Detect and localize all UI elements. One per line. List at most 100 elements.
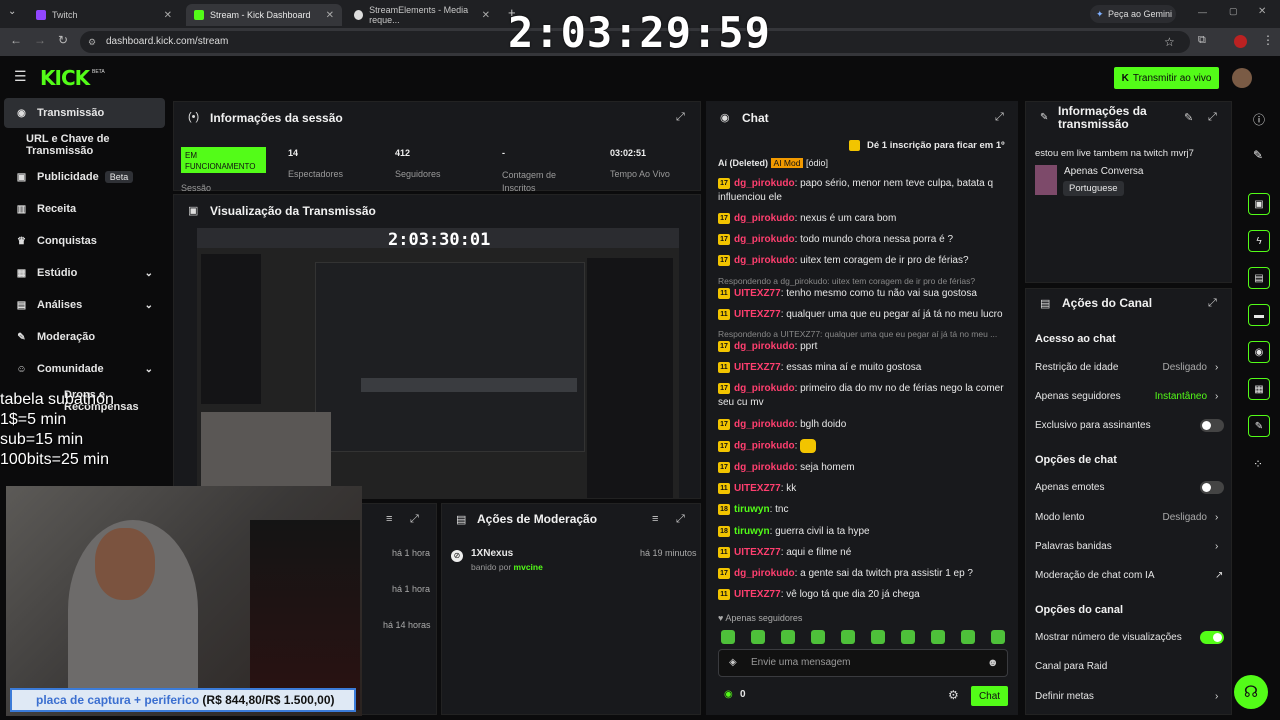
filter-icon[interactable]: ≡ [652,513,658,525]
emote-icon[interactable] [811,630,825,644]
chat-username[interactable]: UITEXZ77 [734,309,781,320]
chat-username[interactable]: Aí (Deleted) [718,158,768,168]
chat-username[interactable]: dg_pirokudo [734,341,795,352]
close-icon[interactable]: ✕ [326,10,334,21]
chat-username[interactable]: dg_pirokudo [734,213,795,224]
expand-icon[interactable]: ⤢ [1208,111,1217,124]
chat-username[interactable]: UITEXZ77 [734,589,781,600]
rail-button-layout[interactable]: ▦ [1248,378,1270,400]
sidebar-item-transmissao[interactable]: ◉ Transmissão [4,98,165,128]
chat-username[interactable]: UITEXZ77 [734,483,781,494]
expand-icon[interactable]: ⤢ [995,111,1004,124]
site-info-icon[interactable]: ⚙ [88,31,96,53]
layout-icon: ▦ [1254,383,1264,395]
chat-username[interactable]: tiruwyn [734,504,770,515]
forward-icon[interactable]: → [34,33,46,47]
rail-button-chat[interactable]: ▬ [1248,304,1270,326]
go-live-label: Transmitir ao vivo [1132,72,1212,84]
close-icon[interactable]: ✕ [482,10,490,21]
help-button[interactable]: ☊ [1234,675,1268,709]
emote-icon[interactable] [991,630,1005,644]
stream-category[interactable]: Apenas Conversa [1064,166,1144,177]
sidebar-item-conquistas[interactable]: ♛ Conquistas [4,226,165,256]
chat-username[interactable]: dg_pirokudo [734,419,795,430]
chat-username[interactable]: dg_pirokudo [734,568,795,579]
sidebar-item-receita[interactable]: ▥ Receita [4,194,165,224]
sub-banner[interactable]: Dé 1 inscrição para ficar em 1º [867,140,1005,151]
chat-username[interactable]: dg_pirokudo [734,441,795,452]
sidebar-item-estudio[interactable]: ▦ Estúdio ⌄ [4,258,165,288]
emote-icon[interactable] [841,630,855,644]
hamburger-menu-icon[interactable]: ☰ [14,68,27,85]
level-badge: 17 [718,418,730,430]
go-live-button[interactable]: K Transmitir ao vivo [1114,67,1219,89]
chat-username[interactable]: tiruwyn [734,526,770,537]
bookmark-star-icon[interactable]: ☆ [1164,31,1175,53]
kick-logo[interactable]: KICK [40,66,90,90]
rail-button-broadcast[interactable]: ◉ [1248,341,1270,363]
emote-icon[interactable] [961,630,975,644]
sidebar-item-analises[interactable]: ▤ Análises ⌄ [4,290,165,320]
emote-icon[interactable] [721,630,735,644]
chat-username[interactable]: UITEXZ77 [734,288,781,299]
chat-username[interactable]: dg_pirokudo [734,383,795,394]
extensions-icon[interactable]: ⧉ [1198,34,1206,47]
chat-username[interactable]: UITEXZ77 [734,362,781,373]
stream-preview-video[interactable] [197,228,679,498]
menu-dots-icon[interactable]: ⋮ [1262,33,1274,47]
webcam-chair [250,520,360,710]
gear-icon[interactable]: ⚙ [948,688,959,702]
moderated-user[interactable]: 1XNexus [471,548,513,559]
send-chat-button[interactable]: Chat [971,686,1008,706]
emote-icon[interactable] [931,630,945,644]
info-icon[interactable]: ⓘ [1253,111,1265,128]
sidebar-item-publicidade[interactable]: ▣ Publicidade Beta [4,162,165,192]
apps-icon[interactable]: ⁘ [1253,457,1263,471]
minimize-icon[interactable]: — [1198,7,1207,17]
chat-username[interactable]: dg_pirokudo [734,234,795,245]
chat-message: 17 dg_pirokudo: papo sério, menor nem tev… [718,177,1008,205]
sidebar-item-comunidade[interactable]: ☺ Comunidade ⌄ [4,354,165,384]
expand-icon[interactable]: ⤢ [410,513,419,526]
emote-icon[interactable] [751,630,765,644]
chat-username[interactable]: dg_pirokudo [734,178,795,189]
level-badge: 11 [718,308,730,320]
chevron-right-icon: › [1215,391,1219,402]
emote-icon[interactable] [901,630,915,644]
tab-twitch[interactable]: Twitch ✕ [28,4,180,26]
tab-kick-dashboard[interactable]: Stream - Kick Dashboard ✕ [186,4,342,26]
toggle-switch[interactable] [1200,481,1224,494]
profile-icon[interactable] [1234,35,1247,48]
emoji-icon[interactable]: ☻ [987,650,999,676]
moderator-name[interactable]: mvcine [514,562,543,572]
expand-icon[interactable]: ⤢ [1208,297,1217,310]
toggle-switch[interactable] [1200,419,1224,432]
emote-icon[interactable] [871,630,885,644]
close-window-icon[interactable]: ✕ [1258,6,1266,17]
rail-button-lightning[interactable]: ϟ [1248,230,1270,252]
rail-button-notes[interactable]: ▤ [1248,267,1270,289]
back-icon[interactable]: ← [10,33,22,47]
maximize-icon[interactable]: ▢ [1229,6,1238,17]
sidebar-item-url-chave[interactable]: URL e Chave de Transmissão [4,130,176,160]
rail-button-capture[interactable]: ▣ [1248,193,1270,215]
chat-username[interactable]: UITEXZ77 [734,547,781,558]
edit-pencil-icon[interactable]: ✎ [1184,111,1193,124]
tab-streamelements[interactable]: StreamElements - Media reque... ✕ [346,4,498,26]
reload-icon[interactable]: ↻ [58,33,68,47]
rail-button-wrench[interactable]: ✎ [1248,415,1270,437]
filter-icon[interactable]: ≡ [386,513,392,525]
tab-list-chevron-icon[interactable]: ⌄ [8,6,16,17]
chat-username[interactable]: dg_pirokudo [734,255,795,266]
close-icon[interactable]: ✕ [164,10,172,21]
toggle-switch[interactable] [1200,631,1224,644]
expand-icon[interactable]: ⤢ [676,111,685,124]
gemini-button[interactable]: ✦ Peça ao Gemini [1090,5,1176,23]
avatar[interactable] [1232,68,1252,88]
pen-icon[interactable]: ✎ [1253,148,1263,162]
chat-username[interactable]: dg_pirokudo [734,462,795,473]
chat-input[interactable]: ◈ Envie uma mensagem ☻ [718,649,1008,677]
emote-icon[interactable] [781,630,795,644]
sidebar-item-moderacao[interactable]: ✎ Moderação [4,322,165,352]
expand-icon[interactable]: ⤢ [676,513,685,526]
